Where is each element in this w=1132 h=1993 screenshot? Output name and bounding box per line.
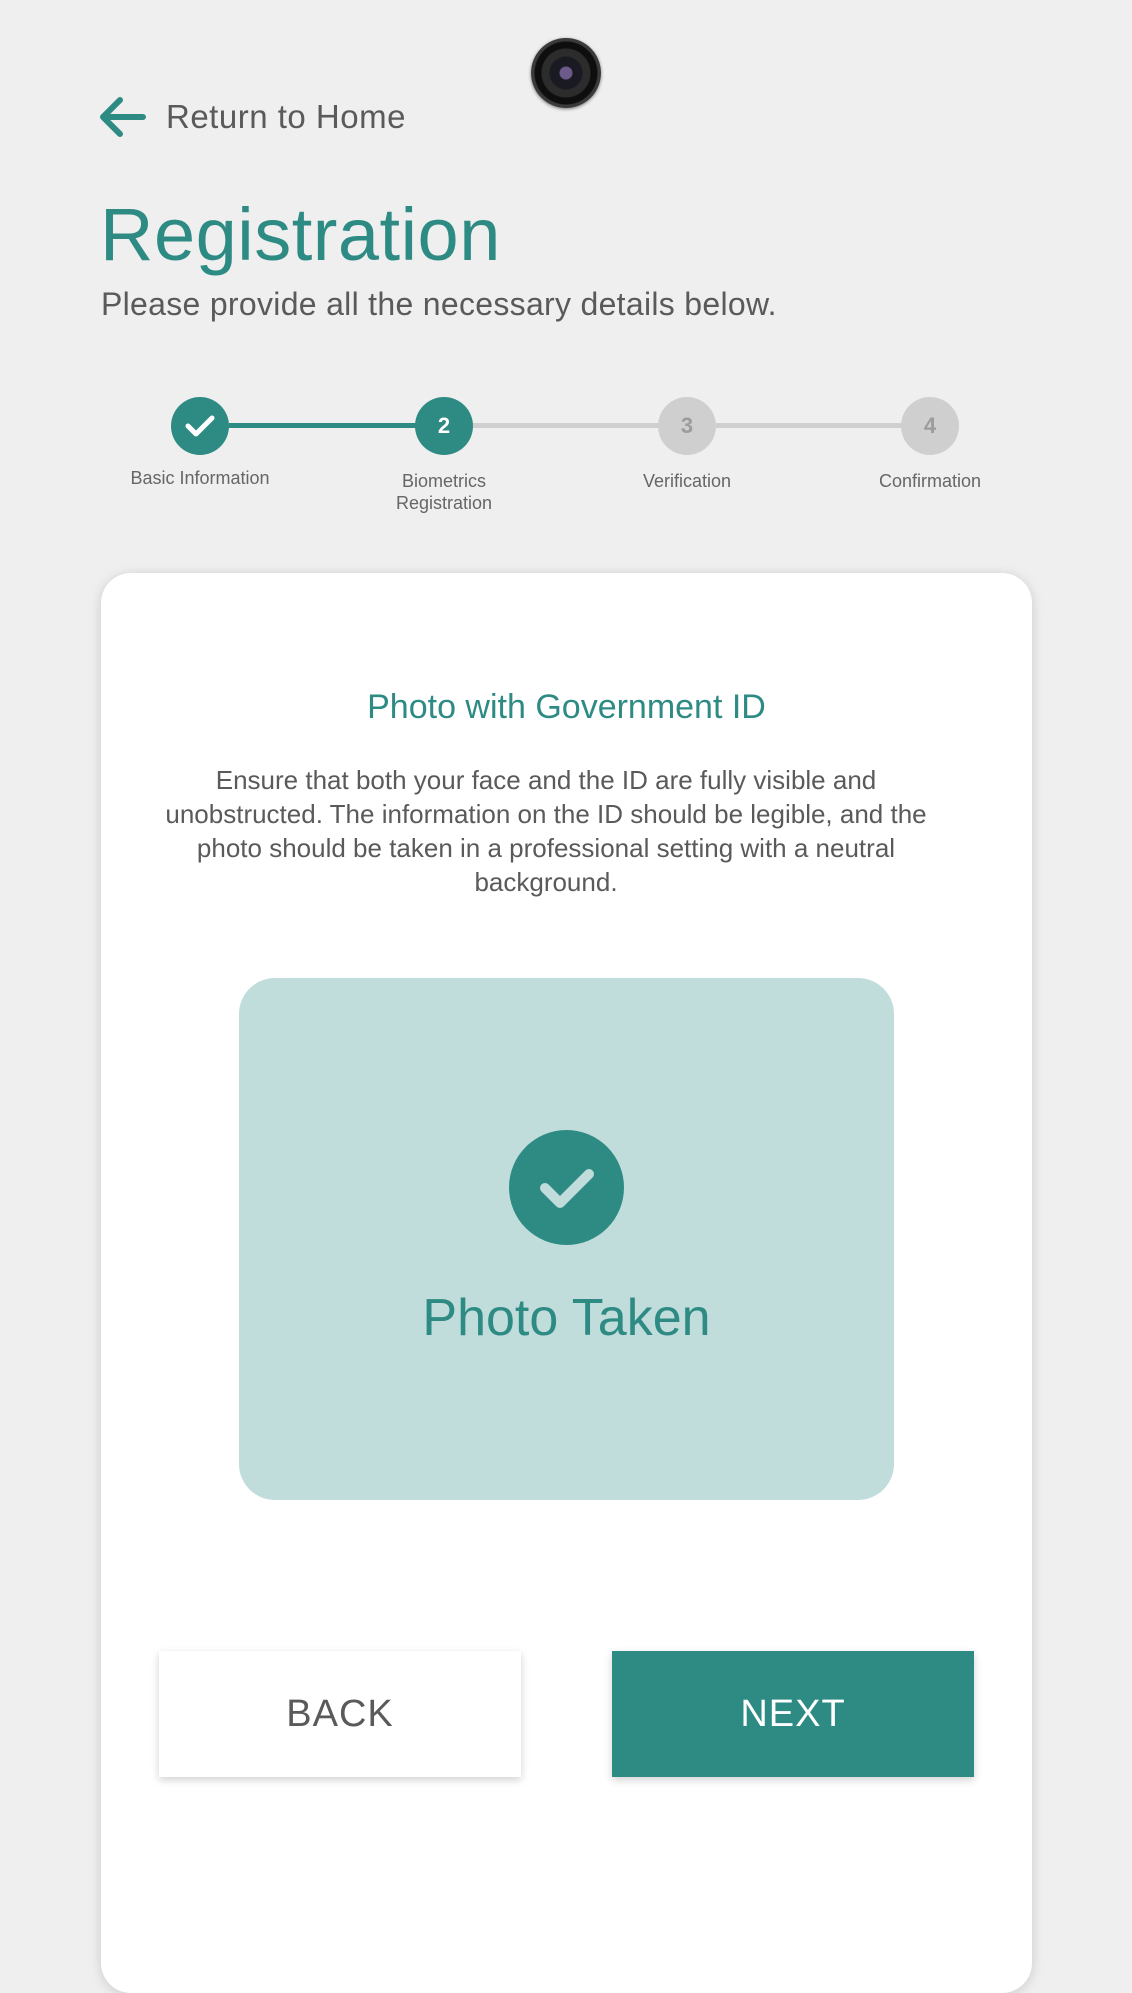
step-4-circle: 4 [901, 397, 959, 455]
step-2-circle: 2 [415, 397, 473, 455]
photo-capture-area[interactable]: Photo Taken [239, 978, 894, 1500]
progress-stepper: 2 3 4 Basic Information Biometrics Regis… [0, 0, 1132, 530]
step-connector-3 [716, 423, 931, 428]
step-1-circle [171, 397, 229, 455]
section-description: Ensure that both your face and the ID ar… [165, 765, 927, 897]
step-1-label: Basic Information [130, 468, 270, 488]
step-2-label: Biometrics Registration [395, 471, 493, 513]
back-button[interactable]: BACK [159, 1651, 521, 1777]
check-icon [539, 1168, 594, 1208]
step-connector-2 [473, 423, 688, 428]
step-4-label: Confirmation [878, 471, 982, 491]
photo-status-text: Photo Taken [422, 1289, 711, 1347]
section-title: Photo with Government ID [367, 688, 766, 726]
biometrics-card: Photo with Government ID Ensure that bot… [101, 573, 1032, 1993]
step-connector-1 [229, 423, 444, 428]
step-3-label: Verification [642, 471, 732, 491]
next-button[interactable]: NEXT [612, 1651, 974, 1777]
check-icon [185, 415, 215, 437]
photo-check-badge [509, 1130, 624, 1245]
step-3-circle: 3 [658, 397, 716, 455]
